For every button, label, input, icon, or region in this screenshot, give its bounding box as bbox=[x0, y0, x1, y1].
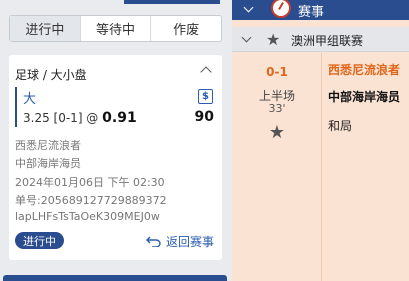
bet-odds: 0.91 bbox=[102, 110, 137, 126]
events-panel: 赛事 ★ 澳洲甲组联赛 0-1 上半场 33' ★ 西悉尼流浪者 中部海岸海员 … bbox=[232, 0, 409, 281]
bet-away-team: 中部海岸海员 bbox=[15, 157, 81, 170]
match-score: 0-1 bbox=[266, 65, 288, 79]
bet-card: 足球 / 大小盘 大 $ 3.25 [0-1] @ 0.91 90 西悉尼流浪者… bbox=[9, 55, 222, 260]
back-arrow-icon bbox=[145, 236, 161, 247]
bet-market: 足球 / 大小盘 bbox=[15, 68, 87, 82]
dollar-icon[interactable]: $ bbox=[198, 89, 213, 104]
bet-datetime: 2024年01月06日 下午 02:30 bbox=[15, 176, 165, 189]
league-row[interactable]: ★ 澳洲甲组联赛 bbox=[232, 27, 409, 52]
tab-in-progress[interactable]: 进行中 bbox=[10, 16, 80, 41]
match-info: 0-1 上半场 33' ★ bbox=[232, 53, 322, 281]
bet-ref-code: lapLHFsTsTaOeK309MEJ0w bbox=[15, 210, 160, 223]
star-icon[interactable]: ★ bbox=[232, 122, 322, 143]
bottom-panel-edge bbox=[3, 275, 227, 281]
active-tab-indicator bbox=[124, 0, 220, 4]
soccer-ball-icon bbox=[271, 0, 291, 18]
selection-indicator bbox=[15, 87, 17, 127]
home-team[interactable]: 西悉尼流浪者 bbox=[328, 61, 400, 78]
chevron-down-icon[interactable] bbox=[243, 2, 254, 13]
match-minute: 33' bbox=[268, 102, 286, 115]
league-name: 澳洲甲组联赛 bbox=[291, 34, 364, 48]
bet-stake: 90 bbox=[194, 109, 214, 125]
back-to-event-label: 返回赛事 bbox=[165, 235, 214, 249]
bet-home-team: 西悉尼流浪者 bbox=[15, 139, 81, 152]
bet-status-tabs: 进行中 等待中 作废 bbox=[9, 15, 222, 42]
tab-pending[interactable]: 等待中 bbox=[79, 16, 151, 41]
bet-line: 3.25 [0-1] @ bbox=[23, 111, 99, 125]
chevron-down-icon[interactable] bbox=[241, 32, 252, 43]
star-icon[interactable]: ★ bbox=[266, 30, 280, 49]
chevron-up-icon[interactable] bbox=[200, 66, 212, 78]
away-team[interactable]: 中部海岸海员 bbox=[328, 88, 400, 105]
events-title: 赛事 bbox=[298, 5, 325, 20]
tab-void[interactable]: 作废 bbox=[150, 16, 221, 41]
events-header[interactable]: 赛事 bbox=[232, 0, 409, 20]
draw-option[interactable]: 和局 bbox=[328, 117, 352, 134]
bet-selection: 大 bbox=[23, 92, 37, 107]
bet-number: 单号:205689127729889372 bbox=[15, 194, 167, 207]
bet-line-odds: 3.25 [0-1] @ 0.91 bbox=[23, 110, 137, 126]
bet-slip-panel: 进行中 等待中 作废 足球 / 大小盘 大 $ 3.25 [0-1] @ 0.9… bbox=[0, 0, 232, 281]
status-badge: 进行中 bbox=[15, 232, 64, 249]
back-to-event-link[interactable]: 返回赛事 bbox=[145, 233, 214, 250]
